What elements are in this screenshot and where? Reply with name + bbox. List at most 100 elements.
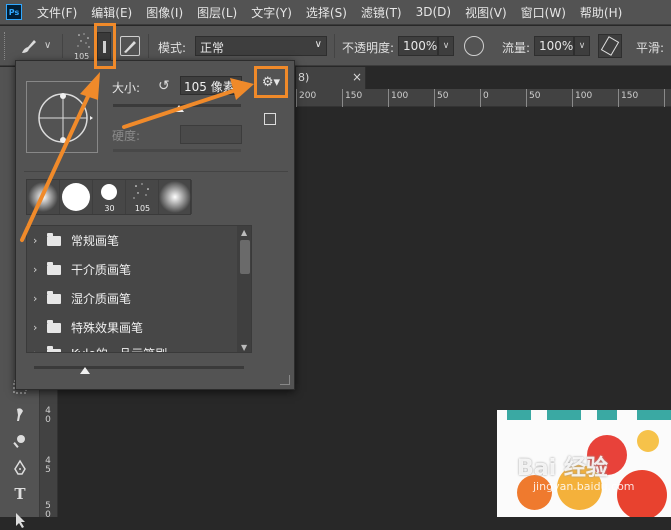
flow-dropdown-button[interactable]: ∨ [574, 36, 590, 56]
hardness-label: 硬度: [112, 129, 141, 143]
flow-value: 100% [539, 39, 574, 53]
recent-brush-soft-large[interactable] [159, 180, 192, 214]
recent-brushes: 30 105 [26, 179, 192, 215]
tool-preset-chevron-icon[interactable]: ∨ [44, 40, 51, 51]
list-item[interactable]: › Kyle的...品示笔刷 [27, 339, 235, 352]
close-tab-icon[interactable]: × [352, 70, 362, 84]
document-tab-title: 8) [298, 71, 310, 84]
panel-resize-grip[interactable] [280, 375, 290, 385]
recent-brush-30[interactable]: 30 [93, 180, 126, 214]
brush-tool-icon[interactable] [18, 36, 40, 56]
scroll-down-icon[interactable]: ▼ [241, 343, 247, 352]
brush-angle-preview[interactable] [26, 81, 98, 153]
flower [637, 430, 659, 452]
list-item[interactable]: › 干介质画笔 [27, 255, 235, 284]
recent-brush-soft[interactable] [27, 180, 60, 214]
opacity-input[interactable]: 100% [398, 36, 438, 56]
chevron-right-icon[interactable]: › [33, 263, 37, 276]
brush-tip-icon [77, 33, 90, 48]
brush-settings-panel-icon[interactable] [120, 36, 140, 56]
document-tab[interactable]: 8) × [296, 67, 366, 89]
list-item[interactable]: › 特殊效果画笔 [27, 313, 235, 342]
new-preset-icon[interactable] [264, 113, 276, 125]
opacity-dropdown-button[interactable]: ∨ [438, 36, 454, 56]
mode-select[interactable]: 正常 ∨ [195, 36, 327, 56]
brush-group-list: › 常规画笔 › 干介质画笔 › 湿介质画笔 › 特殊效果画笔 › Kyle的.… [26, 225, 252, 353]
scroll-up-icon[interactable]: ▲ [241, 228, 247, 237]
list-item-label: 常规画笔 [71, 234, 120, 248]
scroll-thumb[interactable] [240, 240, 250, 274]
options-bar-grip[interactable] [4, 32, 7, 60]
preview-size-slider[interactable] [34, 366, 244, 369]
document-image[interactable]: Bai 经验 jingyan.baidu.com [497, 410, 671, 517]
chevron-right-icon[interactable]: › [33, 321, 37, 334]
recent-brush-hard[interactable] [60, 180, 93, 214]
menu-layer[interactable]: 图层(L) [190, 4, 244, 21]
brush-preset-panel: 大小: ↺ 105 像素 硬度: ⚙▾ 30 105 › 常规画笔 › 干介质画… [15, 60, 295, 390]
size-label: 大小: [112, 81, 141, 95]
smudge-tool-icon[interactable] [10, 405, 30, 425]
photo-stripe [507, 410, 531, 420]
list-item-label: 干介质画笔 [71, 263, 132, 277]
ruler-label: 5 0 [45, 501, 51, 520]
size-slider-thumb[interactable] [174, 105, 184, 112]
mode-label: 模式: [158, 41, 187, 55]
menu-edit[interactable]: 编辑(E) [84, 4, 139, 21]
menu-window[interactable]: 窗口(W) [514, 4, 573, 21]
preview-size-thumb[interactable] [80, 367, 90, 374]
options-separator [62, 34, 63, 58]
dodge-tool-icon[interactable] [10, 431, 30, 451]
watermark-url: jingyan.baidu.com [533, 480, 635, 493]
flow-input[interactable]: 100% [534, 36, 574, 56]
chevron-right-icon[interactable]: › [33, 234, 37, 247]
options-separator [148, 34, 149, 58]
horizontal-ruler: 200 150 100 50 0 50 100 150 [296, 89, 671, 107]
chevron-right-icon[interactable]: › [33, 292, 37, 305]
hardness-slider [113, 149, 241, 152]
pressure-opacity-icon[interactable] [464, 36, 484, 56]
menu-image[interactable]: 图像(I) [139, 4, 190, 21]
path-selection-tool-icon[interactable] [10, 510, 30, 530]
airbrush-icon[interactable] [598, 34, 622, 58]
reset-size-icon[interactable]: ↺ [158, 78, 170, 94]
ruler-label: 100 [575, 91, 593, 101]
ruler-label: 150 [345, 91, 363, 101]
chevron-down-icon: ∨ [314, 39, 322, 50]
folder-icon [47, 319, 61, 333]
size-input[interactable]: 105 像素 [180, 76, 242, 95]
list-scrollbar[interactable]: ▲ ▼ [237, 226, 251, 352]
ruler-label: 4 0 [45, 406, 51, 425]
brush-preset-picker[interactable]: 105 [72, 30, 96, 62]
menu-help[interactable]: 帮助(H) [573, 4, 629, 21]
pen-tool-icon[interactable] [10, 458, 30, 478]
opacity-label: 不透明度: [342, 41, 395, 55]
list-item[interactable]: › 常规画笔 [27, 226, 235, 255]
menu-select[interactable]: 选择(S) [299, 4, 354, 21]
type-tool-icon[interactable]: T [10, 484, 30, 504]
list-item[interactable]: › 湿介质画笔 [27, 284, 235, 313]
menu-filter[interactable]: 滤镜(T) [354, 4, 409, 21]
photoshop-logo-icon[interactable]: Ps [6, 4, 22, 20]
mode-value: 正常 [200, 41, 225, 55]
recent-brush-size: 30 [104, 204, 115, 213]
menu-3d[interactable]: 3D(D) [409, 5, 458, 19]
panel-divider [24, 171, 288, 172]
recent-brush-105[interactable]: 105 [126, 180, 159, 214]
ruler-label: 100 [391, 91, 409, 101]
chevron-right-icon[interactable]: › [33, 347, 37, 352]
ruler-label: 4 5 [45, 456, 51, 475]
list-item-label: Kyle的...品示笔刷 [71, 345, 167, 352]
options-separator [334, 34, 335, 58]
opacity-value: 100% [403, 39, 438, 53]
ruler-label: 0 [483, 91, 489, 101]
list-item-label: 特殊效果画笔 [71, 321, 144, 335]
menu-file[interactable]: 文件(F) [30, 4, 84, 21]
menu-view[interactable]: 视图(V) [458, 4, 514, 21]
photo-stripe [597, 410, 617, 420]
menu-type[interactable]: 文字(Y) [244, 4, 299, 21]
photo-stripe [547, 410, 581, 420]
flow-label: 流量: [502, 41, 531, 55]
size-value: 105 像素 [184, 80, 235, 94]
folder-icon [47, 232, 61, 246]
recent-brush-size: 105 [134, 204, 151, 213]
